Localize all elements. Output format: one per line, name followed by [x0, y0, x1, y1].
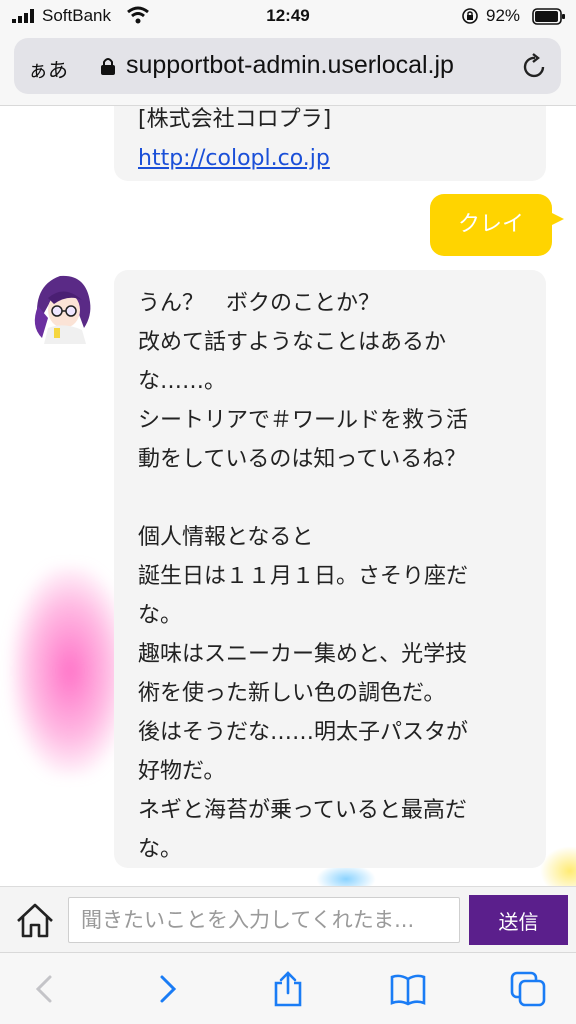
home-icon[interactable] [14, 899, 56, 941]
company-text: [株式会社コロプラ] [138, 107, 332, 132]
message-line: 誕生日は１１月１日。さそり座だ [138, 564, 469, 589]
message-line: 好物だ。 [138, 759, 226, 784]
back-icon[interactable] [28, 971, 64, 1007]
message-line: ネギと海苔が乗っていると最高だ [138, 798, 467, 823]
status-bar: SoftBank 12:49 92% [0, 0, 576, 34]
battery-icon [532, 8, 565, 25]
rotation-lock-icon [462, 8, 478, 24]
browser-toolbar [0, 952, 576, 1024]
message-line: うん？ ボクのことか？ [138, 291, 381, 316]
message-line: 後はそうだな……明太子パスタが [138, 720, 469, 745]
tabs-icon[interactable] [510, 971, 546, 1007]
browser-url-area: ぁあ supportbot-admin.userlocal.jp [0, 34, 576, 106]
bot-avatar [25, 267, 101, 344]
message-line: 改めて話すようなことはあるか [138, 330, 447, 355]
message-line: 趣味はスニーカー集めと、光学技 [138, 642, 468, 667]
message-line: な。 [138, 837, 183, 862]
chat-input-bar: 送信 [0, 886, 576, 952]
battery-percent: 92% [486, 6, 521, 25]
user-message-bubble: クレイ [430, 194, 552, 256]
message-line: な。 [138, 603, 183, 628]
reload-icon[interactable] [522, 52, 548, 80]
message-line: 動をしているのは知っているね？ [138, 447, 467, 472]
background-decoration [10, 566, 130, 776]
bot-message-bubble: うん？ ボクのことか？ 改めて話すようなことはあるか な……。 シートリアで＃ワ… [114, 270, 546, 868]
message-line: 個人情報となると [138, 525, 314, 550]
message-input[interactable] [68, 897, 460, 943]
forward-icon[interactable] [148, 971, 184, 1007]
text-size-button[interactable]: ぁあ [28, 54, 68, 83]
message-line: な……。 [138, 369, 227, 394]
message-line: 術を使った新しい色の調色だ。 [138, 681, 446, 706]
user-bubble-tail [550, 212, 564, 226]
company-link[interactable]: http://colopl.co.jp [138, 139, 546, 178]
chat-area[interactable]: [株式会社コロプラ] http://colopl.co.jp クレイ うん？ ボ… [0, 106, 576, 886]
lock-icon [101, 58, 115, 75]
address-bar[interactable]: ぁあ supportbot-admin.userlocal.jp [14, 38, 561, 94]
bookmarks-icon[interactable] [390, 971, 426, 1007]
message-line: シートリアで＃ワールドを救う活 [138, 408, 469, 433]
url-text[interactable]: supportbot-admin.userlocal.jp [126, 51, 454, 80]
send-button[interactable]: 送信 [469, 895, 568, 945]
bot-message-bubble: [株式会社コロプラ] http://colopl.co.jp [114, 106, 546, 181]
share-icon[interactable] [270, 971, 306, 1007]
message-line [138, 479, 534, 518]
